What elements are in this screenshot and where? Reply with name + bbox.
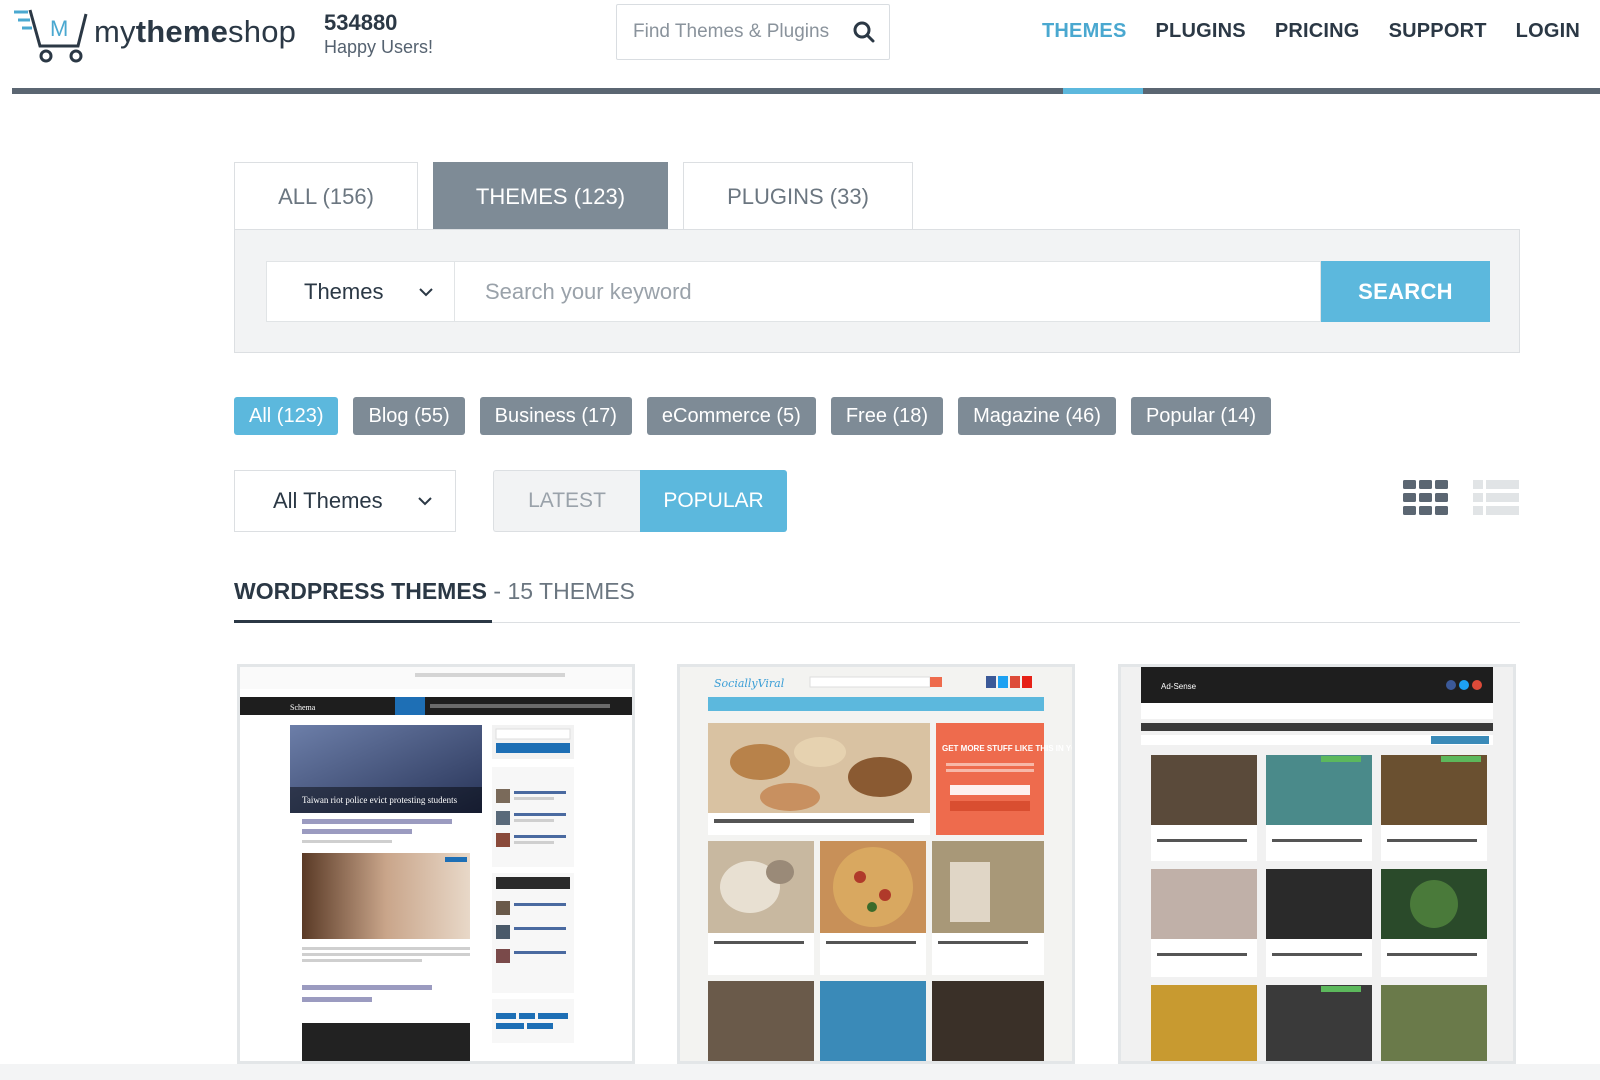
- adsense-logo-text: Ad-Sense: [1161, 682, 1197, 691]
- page-bottom-edge: [0, 1064, 1600, 1080]
- filter-free[interactable]: Free (18): [830, 397, 944, 435]
- all-themes-value: All Themes: [273, 488, 383, 513]
- section-underline: [234, 620, 492, 623]
- schema-logo-text: Schema: [290, 703, 316, 712]
- type-select-value: Themes: [304, 278, 384, 304]
- theme-preview-sociallyviral: SociallyViral GET MORE STUFF LIKE THIS I…: [680, 667, 1072, 1061]
- section-heading: WORDPRESS THEMES - 15 THEMES: [234, 578, 635, 605]
- nav-themes[interactable]: THEMES: [1042, 20, 1127, 43]
- all-themes-select[interactable]: All Themes: [234, 470, 456, 532]
- nav-active-indicator: [1063, 88, 1143, 94]
- cart-logo-icon: M: [14, 9, 88, 63]
- keyword-field: [455, 261, 1321, 322]
- search-button[interactable]: SEARCH: [1321, 261, 1490, 322]
- filter-popular[interactable]: Popular (14): [1130, 397, 1271, 435]
- filter-blog[interactable]: Blog (55): [353, 397, 465, 435]
- logo-word-my: my: [94, 14, 136, 49]
- keyword-input[interactable]: [455, 262, 1320, 321]
- tab-all[interactable]: ALL (156): [234, 162, 418, 230]
- header-divider: [12, 88, 1600, 94]
- type-select[interactable]: Themes: [266, 261, 455, 322]
- filter-ecommerce[interactable]: eCommerce (5): [646, 397, 816, 435]
- nav-pricing[interactable]: PRICING: [1275, 20, 1360, 43]
- theme-card-schema[interactable]: Schema Taiwan riot police evict protesti…: [237, 664, 635, 1064]
- sort-latest-button[interactable]: LATEST: [493, 470, 640, 532]
- chevron-down-icon: [418, 497, 432, 506]
- filter-magazine[interactable]: Magazine (46): [958, 397, 1116, 435]
- happy-users-counter: 534880 Happy Users!: [324, 10, 433, 58]
- theme-preview-schema: Schema Taiwan riot police evict protesti…: [240, 667, 632, 1061]
- search-panel: Themes SEARCH: [234, 229, 1520, 353]
- users-label: Happy Users!: [324, 37, 434, 57]
- nav-plugins[interactable]: PLUGINS: [1156, 20, 1246, 43]
- sort-popular-button[interactable]: POPULAR: [640, 470, 787, 532]
- section-title: WORDPRESS THEMES: [234, 578, 488, 604]
- theme-card-sociallyviral[interactable]: SociallyViral GET MORE STUFF LIKE THIS I…: [677, 664, 1075, 1064]
- nav-login[interactable]: LOGIN: [1516, 20, 1580, 43]
- sort-toggle: LATEST POPULAR: [493, 470, 787, 532]
- grid-view-icon[interactable]: [1403, 480, 1449, 516]
- logo-word-theme: theme: [135, 14, 229, 49]
- main-nav: THEMES PLUGINS PRICING SUPPORT LOGIN: [1013, 20, 1580, 43]
- site-logo[interactable]: M mythemeshop: [12, 6, 312, 63]
- schema-headline: Taiwan riot police evict protesting stud…: [302, 795, 458, 805]
- svg-text:M: M: [50, 16, 68, 41]
- section-count: - 15 THEMES: [487, 578, 635, 604]
- tab-plugins[interactable]: PLUGINS (33): [683, 162, 913, 230]
- list-view-icon[interactable]: [1473, 480, 1519, 516]
- category-filters: All (123) Blog (55) Business (17) eComme…: [234, 397, 1286, 435]
- users-count: 534880: [324, 10, 398, 35]
- header-search: [616, 4, 890, 60]
- search-icon[interactable]: [853, 21, 875, 43]
- sociallyviral-logo-text: SociallyViral: [714, 677, 785, 690]
- theme-preview-adsense: Ad-Sense: [1121, 667, 1513, 1061]
- filter-business[interactable]: Business (17): [479, 397, 632, 435]
- site-header: M mythemeshop 534880 Happy Users! THEMES…: [0, 0, 1600, 96]
- theme-card-adsense[interactable]: Ad-Sense: [1118, 664, 1516, 1064]
- tab-themes[interactable]: THEMES (123): [433, 162, 668, 230]
- logo-wordmark: mythemeshop: [94, 14, 296, 50]
- nav-support[interactable]: SUPPORT: [1389, 20, 1487, 43]
- logo-word-shop: shop: [228, 14, 297, 49]
- chevron-down-icon: [419, 288, 433, 297]
- filter-all[interactable]: All (123): [234, 397, 339, 435]
- header-search-input[interactable]: [617, 5, 847, 59]
- sociallyviral-promo: GET MORE STUFF LIKE THIS IN YOUR INBOX: [942, 744, 1072, 753]
